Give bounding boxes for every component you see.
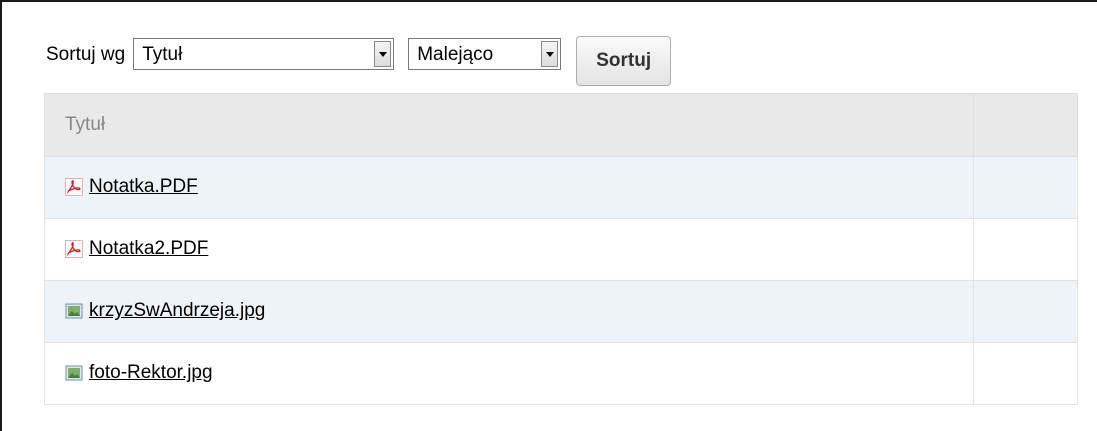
file-link[interactable]: Notatka.PDF bbox=[89, 176, 198, 197]
image-icon bbox=[65, 302, 83, 320]
sort-button[interactable]: Sortuj bbox=[576, 36, 672, 86]
table-row: foto-Rektor.jpg bbox=[44, 342, 1078, 405]
extra-cell bbox=[973, 156, 1078, 219]
file-link[interactable]: krzyzSwAndrzeja.jpg bbox=[89, 300, 265, 321]
pdf-icon bbox=[65, 240, 83, 259]
table-row: Notatka.PDF bbox=[44, 156, 1078, 219]
file-cell: foto-Rektor.jpg bbox=[44, 342, 974, 405]
sort-field-value: Tytuł bbox=[142, 44, 183, 65]
file-table: Tytuł Notatka.PDF Notatka2.PDF krzyzSwAn… bbox=[44, 93, 1078, 405]
file-link[interactable]: Notatka2.PDF bbox=[89, 238, 208, 259]
file-cell: Notatka2.PDF bbox=[44, 218, 974, 281]
image-icon bbox=[65, 364, 83, 382]
sort-order-value: Malejąco bbox=[417, 44, 494, 65]
column-header-title[interactable]: Tytuł bbox=[44, 93, 974, 157]
column-header-extra bbox=[973, 93, 1078, 157]
chevron-down-icon[interactable] bbox=[374, 41, 392, 67]
sort-by-label: Sortuj wg bbox=[46, 44, 126, 65]
sort-order-select[interactable]: Malejąco bbox=[408, 38, 562, 70]
file-cell: Notatka.PDF bbox=[44, 156, 974, 219]
table-header-row: Tytuł bbox=[44, 93, 1078, 157]
extra-cell bbox=[973, 218, 1078, 281]
pdf-icon bbox=[65, 178, 83, 197]
table-row: Notatka2.PDF bbox=[44, 218, 1078, 281]
sort-toolbar: Sortuj wg Tytuł Malejąco Sortuj bbox=[46, 36, 672, 90]
chevron-down-icon[interactable] bbox=[541, 41, 559, 67]
extra-cell bbox=[973, 280, 1078, 343]
table-row: krzyzSwAndrzeja.jpg bbox=[44, 280, 1078, 343]
extra-cell bbox=[973, 342, 1078, 405]
file-link[interactable]: foto-Rektor.jpg bbox=[89, 362, 213, 383]
file-cell: krzyzSwAndrzeja.jpg bbox=[44, 280, 974, 343]
sort-field-select[interactable]: Tytuł bbox=[133, 38, 395, 70]
